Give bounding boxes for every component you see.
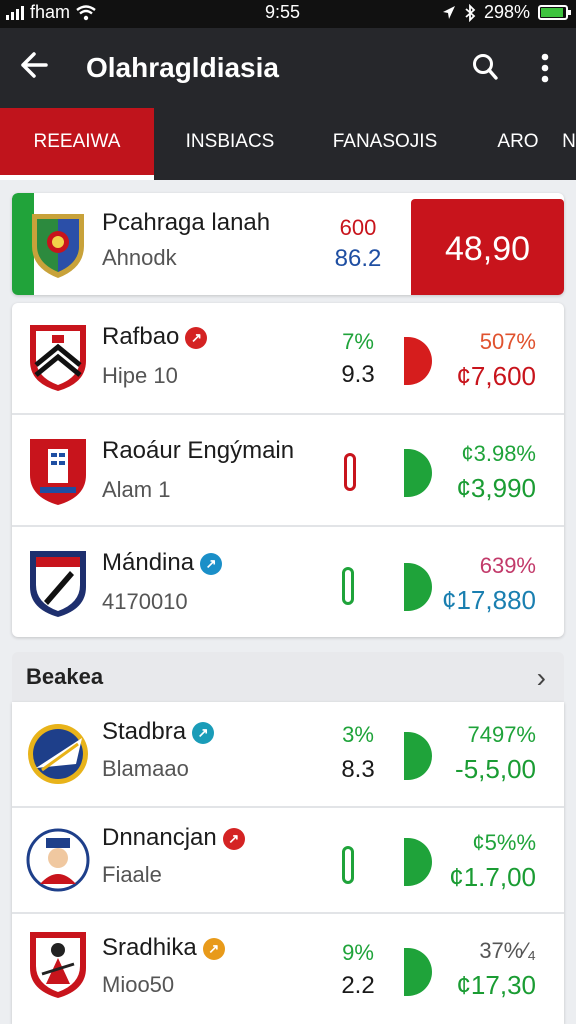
clock: 9:55 xyxy=(265,2,301,22)
odds-value: 8.3 xyxy=(341,756,375,783)
info-badge-icon: ↗ xyxy=(200,552,223,575)
team-sub: 4170010 xyxy=(102,589,188,614)
location-icon xyxy=(442,5,455,19)
more-options-icon[interactable] xyxy=(538,52,552,84)
status-left: fham xyxy=(6,2,96,23)
price-value[interactable]: ¢3,990 xyxy=(456,473,536,504)
wifi-icon xyxy=(76,4,96,20)
match-list-card: Rafbao ↗ Hipe 10 7% 9.3 507% ¢7,600 Raoáu… xyxy=(12,303,564,637)
trend-indicator-icon xyxy=(344,453,356,491)
featured-odd-top: 600 xyxy=(339,215,377,240)
change-percent: 507% xyxy=(479,329,536,354)
odds-value: 9.3 xyxy=(341,361,375,388)
back-arrow-icon[interactable] xyxy=(18,50,48,85)
price-value[interactable]: ¢17,30 xyxy=(456,970,536,1001)
change-percent: ¢5%% xyxy=(472,830,536,855)
change-percent: 37%⁄₄ xyxy=(479,938,536,963)
team-sub: Mioo50 xyxy=(102,972,175,997)
list-item[interactable]: Rafbao ↗ Hipe 10 7% 9.3 507% ¢7,600 xyxy=(12,303,564,411)
featured-team-name: Pcahraga lanah xyxy=(102,209,271,236)
featured-team-sub: Ahnodk xyxy=(102,245,177,270)
status-right: 298% xyxy=(442,2,571,23)
odds-value: 2.2 xyxy=(341,972,375,999)
trend-indicator-icon xyxy=(342,846,354,884)
win-percent: 3% xyxy=(342,722,374,747)
price-value[interactable]: ¢1.7,00 xyxy=(449,862,536,893)
team-name: Dnnancjan ↗ xyxy=(102,824,245,852)
featured-odd-bottom: 86.2 xyxy=(334,245,382,272)
team-logo xyxy=(28,724,88,784)
app-root: fham 9:55 298% Olahragldiasia REEAIWA IN… xyxy=(0,0,576,1024)
price-value[interactable]: -5,5,00 xyxy=(455,754,536,785)
tab-reeaiwa[interactable]: REEAIWA xyxy=(0,108,154,180)
list-item[interactable]: Sradhika ↗ Mioo50 9% 2.2 37%⁄₄ ¢17,30 xyxy=(12,914,564,1024)
status-bar: fham 9:55 298% xyxy=(0,0,576,28)
featured-team-logo xyxy=(32,214,84,278)
team-name: Rafbao ↗ xyxy=(102,323,208,351)
search-icon[interactable] xyxy=(472,53,498,81)
featured-card[interactable]: Pcahraga lanah Ahnodk 600 86.2 48,90 xyxy=(12,193,564,295)
trend-indicator-icon xyxy=(404,449,432,497)
info-badge-icon: ↗ xyxy=(202,937,225,960)
team-name: Stadbra ↗ xyxy=(102,718,215,746)
team-logo xyxy=(30,932,86,998)
list-item[interactable]: Raoáur Engýmain Alam 1 ¢3.98% ¢3,990 xyxy=(12,415,564,523)
info-badge-icon: ↗ xyxy=(185,326,208,349)
team-sub: Alam 1 xyxy=(102,477,171,502)
win-percent: 7% xyxy=(342,329,374,354)
chevron-right-icon[interactable]: › xyxy=(537,662,546,694)
price-value[interactable]: ¢7,600 xyxy=(456,361,536,392)
trend-indicator-icon xyxy=(404,732,432,780)
team-logo xyxy=(30,551,86,617)
change-percent: 7497% xyxy=(467,722,536,747)
page-title: Olahragldiasia xyxy=(86,52,279,83)
tab-indicator xyxy=(0,175,154,180)
team-sub: Hipe 10 xyxy=(102,363,178,388)
trend-indicator-icon xyxy=(404,948,432,996)
tab-aro[interactable]: ARO xyxy=(480,108,556,180)
carrier-label: fham xyxy=(30,2,71,22)
team-logo xyxy=(30,325,86,391)
featured-price-button[interactable]: 48,90 xyxy=(411,199,564,295)
win-percent: 9% xyxy=(342,940,374,965)
battery-percent: 298% xyxy=(483,2,530,22)
trend-indicator-icon xyxy=(404,838,432,886)
match-list-card-2: Stadbra ↗ Blamaao 3% 8.3 7497% -5,5,00 Dn… xyxy=(12,702,564,1024)
section-header[interactable]: Beakea › xyxy=(12,652,564,702)
info-badge-icon: ↗ xyxy=(222,827,245,850)
trend-indicator-icon xyxy=(342,567,354,605)
app-bar: Olahragldiasia xyxy=(0,28,576,108)
team-name: Mándina ↗ xyxy=(102,549,223,577)
trend-indicator-icon xyxy=(404,337,432,385)
team-logo xyxy=(30,439,86,505)
price-value[interactable]: ¢17,880 xyxy=(442,585,536,616)
list-item[interactable]: Mándina ↗ 4170010 639% ¢17,880 xyxy=(12,527,564,635)
bluetooth-icon xyxy=(465,3,476,22)
signal-icon xyxy=(6,5,24,20)
change-percent: 639% xyxy=(479,553,536,578)
tab-next[interactable]: N xyxy=(562,108,576,180)
section-title: Beakea xyxy=(26,664,104,689)
tab-fanasojis[interactable]: FANASOJIS xyxy=(320,108,450,180)
battery-icon xyxy=(538,5,571,20)
trend-indicator-icon xyxy=(404,563,432,611)
team-logo xyxy=(26,828,90,892)
list-item[interactable]: Stadbra ↗ Blamaao 3% 8.3 7497% -5,5,00 xyxy=(12,702,564,806)
change-percent: ¢3.98% xyxy=(461,441,536,466)
tab-insbiacs[interactable]: INSBIACS xyxy=(160,108,300,180)
list-item[interactable]: Dnnancjan ↗ Fiaale ¢5%% ¢1.7,00 xyxy=(12,808,564,912)
team-sub: Blamaao xyxy=(102,756,189,781)
team-name: Sradhika ↗ xyxy=(102,934,225,962)
tab-bar: REEAIWA INSBIACS FANASOJIS ARO N xyxy=(0,108,576,180)
team-sub: Fiaale xyxy=(102,862,162,887)
info-badge-icon: ↗ xyxy=(192,721,215,744)
team-name: Raoáur Engýmain xyxy=(102,437,295,464)
